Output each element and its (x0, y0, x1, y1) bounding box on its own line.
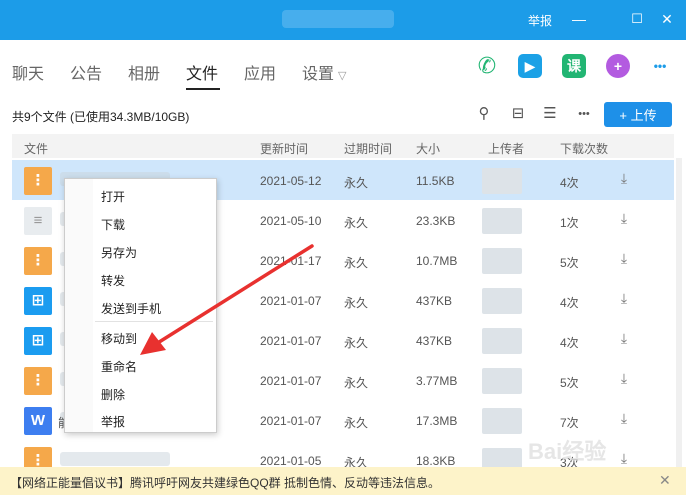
notice-banner: 【网络正能量倡议书】腾讯呼吁网友共建绿色QQ群 抵制色情、反动等违法信息。 ✕ (0, 467, 686, 495)
vertical-scrollbar[interactable] (676, 158, 682, 467)
banner-text: 【网络正能量倡议书】腾讯呼吁网友共建绿色QQ群 抵制色情、反动等违法信息。 (10, 476, 441, 490)
banner-close-icon[interactable]: ✕ (659, 472, 671, 489)
annotation-arrow-icon (140, 244, 314, 355)
baidu-watermark: Bai经验 (528, 439, 607, 464)
